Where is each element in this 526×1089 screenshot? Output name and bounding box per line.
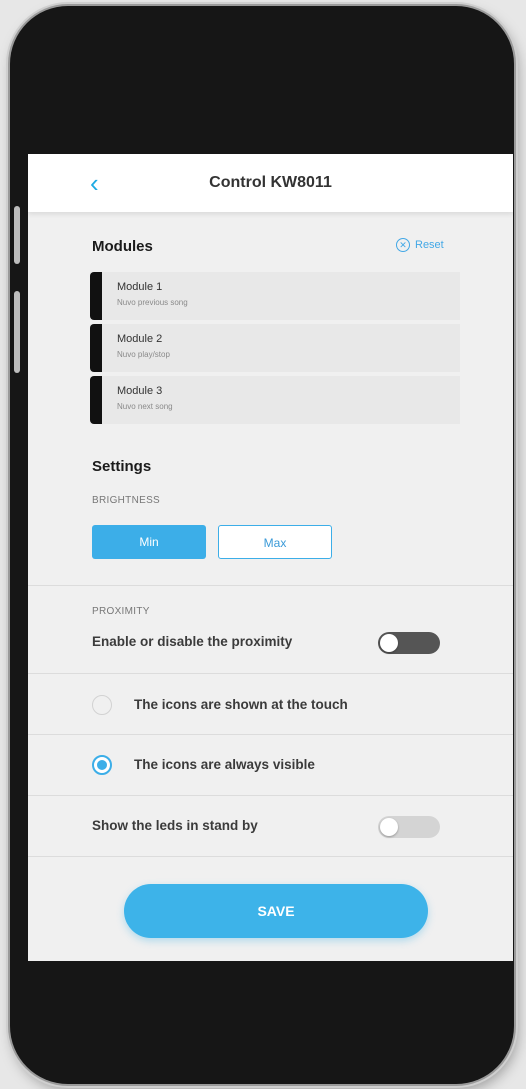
divider [28,585,513,586]
divider [28,673,513,674]
icons-visible-label: The icons are always visible [134,757,315,772]
close-circle-icon: ✕ [396,238,410,252]
page-title: Control KW8011 [209,174,332,191]
module-name: Module 1 [117,281,163,293]
module-indicator [90,376,102,424]
module-item-2[interactable]: Module 2 Nuvo play/stop [90,324,460,372]
module-description: Nuvo next song [117,402,173,411]
divider [28,795,513,796]
divider [28,734,513,735]
module-indicator [90,324,102,372]
settings-heading: Settings [92,458,152,475]
brightness-label: BRIGHTNESS [92,495,161,506]
module-indicator [90,272,102,320]
volume-up-button [14,206,20,264]
module-name: Module 3 [117,385,163,397]
module-description: Nuvo previous song [117,298,188,307]
save-button[interactable]: SAVE [124,884,428,938]
proximity-toggle[interactable] [378,632,440,654]
reset-label: Reset [415,239,444,251]
proximity-label: PROXIMITY [92,606,150,617]
icons-touch-label: The icons are shown at the touch [134,697,348,712]
reset-button[interactable]: ✕ Reset [396,238,444,252]
volume-down-button [14,291,20,373]
module-name: Module 2 [117,333,163,345]
module-item-3[interactable]: Module 3 Nuvo next song [90,376,460,424]
toggle-knob [380,818,398,836]
module-description: Nuvo play/stop [117,350,170,359]
standby-leds-label: Show the leds in stand by [92,818,258,833]
divider [28,856,513,857]
brightness-min-button[interactable]: Min [92,525,206,559]
modules-heading: Modules [92,238,153,255]
icons-visible-radio[interactable] [92,755,112,775]
app-screen: ‹ Control KW8011 Modules ✕ Reset Module … [28,154,513,961]
brightness-max-button[interactable]: Max [218,525,332,559]
icons-touch-radio[interactable] [92,695,112,715]
header-bar: ‹ Control KW8011 [28,154,513,212]
module-item-1[interactable]: Module 1 Nuvo previous song [90,272,460,320]
proximity-toggle-label: Enable or disable the proximity [92,634,293,649]
standby-leds-toggle[interactable] [378,816,440,838]
toggle-knob [380,634,398,652]
